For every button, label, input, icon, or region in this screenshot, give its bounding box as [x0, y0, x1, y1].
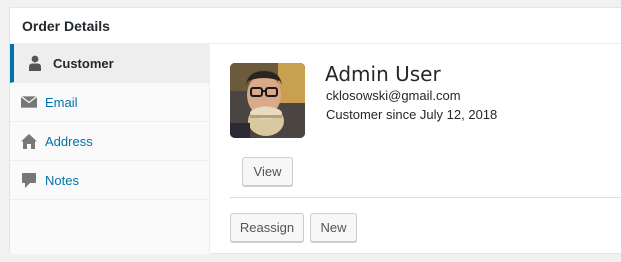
tab-email-label: Email	[45, 94, 78, 110]
customer-name: Admin User	[325, 62, 441, 86]
new-button[interactable]: New	[310, 213, 357, 242]
tab-email[interactable]: Email	[10, 83, 209, 122]
customer-tab-content: Admin User cklosowski@gmail.com Customer…	[210, 44, 621, 254]
tab-notes[interactable]: Notes	[10, 161, 209, 200]
envelope-icon	[21, 94, 37, 110]
avatar	[230, 63, 305, 138]
tab-customer-label: Customer	[53, 55, 114, 71]
order-details-panel: Order Details Customer Email Address Not…	[9, 7, 621, 254]
tab-address[interactable]: Address	[10, 122, 209, 161]
customer-since: Customer since July 12, 2018	[326, 107, 498, 122]
tab-customer[interactable]: Customer	[10, 44, 209, 83]
comment-icon	[21, 172, 37, 188]
customer-email: cklosowski@gmail.com	[326, 88, 461, 103]
tab-notes-label: Notes	[45, 172, 79, 188]
view-button[interactable]: View	[242, 157, 293, 186]
user-icon	[27, 55, 43, 71]
tab-list: Customer Email Address Notes	[10, 44, 210, 254]
tab-address-label: Address	[45, 133, 93, 149]
home-icon	[21, 133, 37, 149]
panel-title: Order Details	[10, 8, 621, 44]
reassign-button[interactable]: Reassign	[230, 213, 304, 242]
divider	[230, 197, 621, 198]
